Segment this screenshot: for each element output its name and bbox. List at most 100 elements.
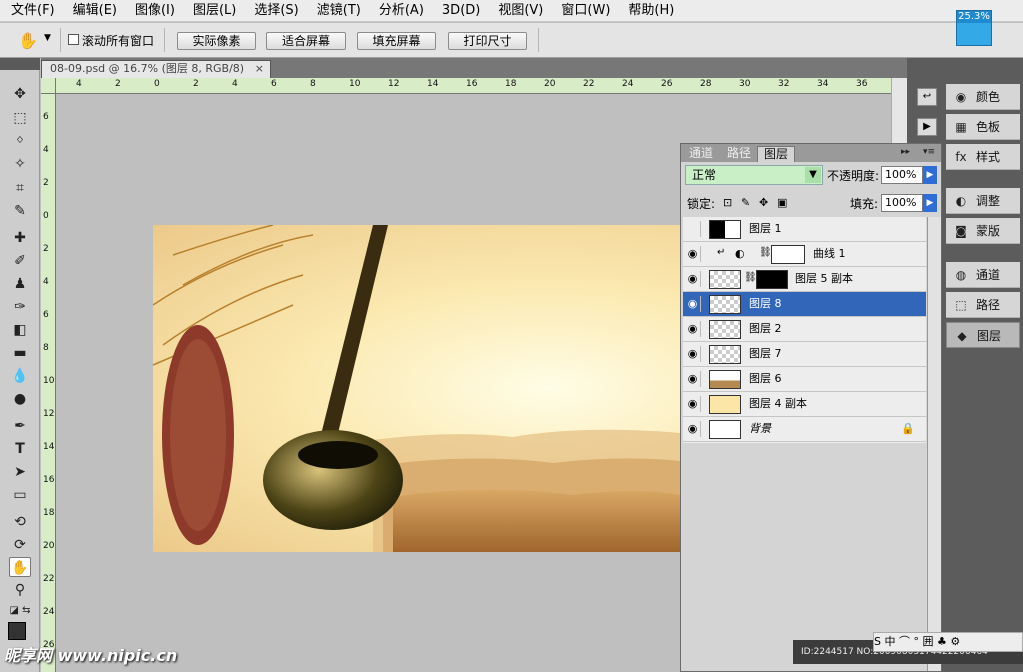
actual-pixels-button[interactable]: 实际像素: [177, 32, 256, 50]
hand-tool-preset-icon[interactable]: ✋: [18, 31, 38, 50]
lasso-tool-icon[interactable]: ᛜ: [9, 131, 31, 151]
3d-rotate-icon[interactable]: ⟲: [9, 512, 31, 532]
marquee-tool-icon[interactable]: ⬚: [9, 108, 31, 128]
close-icon[interactable]: ×: [255, 61, 264, 77]
lock-position-icon[interactable]: ✥: [759, 196, 768, 209]
stamp-tool-icon[interactable]: ♟: [9, 274, 31, 294]
adjustments-icon: ◐: [955, 194, 967, 208]
layers-scrollbar[interactable]: [927, 217, 941, 671]
shape-tool-icon[interactable]: ▭: [9, 485, 31, 505]
menu-3d[interactable]: 3D(D): [431, 0, 487, 22]
layer-row[interactable]: ◉ 图层 4 副本: [683, 392, 926, 417]
layer-row[interactable]: ◉ 图层 2: [683, 317, 926, 342]
blur-tool-icon[interactable]: 💧: [9, 366, 31, 386]
menu-edit[interactable]: 编辑(E): [62, 0, 124, 22]
layer-row[interactable]: ◉ 图层 8: [683, 292, 926, 317]
fill-screen-button[interactable]: 填充屏幕: [357, 32, 436, 50]
path-select-icon[interactable]: ➤: [9, 462, 31, 482]
adjustments-panel-button[interactable]: ◐ 调整: [946, 188, 1020, 214]
paths-panel-button[interactable]: ⬚ 路径: [946, 292, 1020, 318]
layers-panel-button[interactable]: ◆ 图层: [946, 322, 1020, 348]
healing-brush-icon[interactable]: ✚: [9, 228, 31, 248]
visibility-toggle[interactable]: [685, 221, 701, 237]
layer-row[interactable]: ◉ 图层 7: [683, 342, 926, 367]
menu-analysis[interactable]: 分析(A): [368, 0, 431, 22]
tab-layers[interactable]: 图层: [757, 146, 796, 162]
ime-toolbar[interactable]: S 中 ⌒ ° 囲 ♣ ⚙: [873, 632, 1023, 652]
3d-orbit-icon[interactable]: ⟳: [9, 535, 31, 555]
chevron-down-icon[interactable]: ▼: [44, 33, 51, 43]
menu-file[interactable]: 文件(F): [0, 0, 62, 22]
zoom-tool-icon[interactable]: ⚲: [9, 580, 31, 600]
ruler-tick-label: 14: [427, 79, 439, 89]
layer-thumbnail: [709, 395, 741, 414]
color-panel-button[interactable]: ◉ 颜色: [946, 84, 1020, 110]
layer-name: 图层 1: [749, 222, 782, 235]
menu-bar: 文件(F) 编辑(E) 图像(I) 图层(L) 选择(S) 滤镜(T) 分析(A) 3D(D)…: [0, 0, 1023, 22]
menu-filter[interactable]: 滤镜(T): [306, 0, 368, 22]
document-image[interactable]: [152, 224, 680, 552]
foreground-color-swatch[interactable]: [8, 622, 26, 640]
eye-icon[interactable]: ◉: [685, 396, 701, 412]
menu-image[interactable]: 图像(I): [124, 0, 182, 22]
opacity-arrow-icon[interactable]: ▶: [923, 166, 937, 184]
masks-icon: ◙: [955, 224, 967, 238]
menu-window[interactable]: 窗口(W): [550, 0, 617, 22]
channels-panel-button[interactable]: ◍ 通道: [946, 262, 1020, 288]
eraser-tool-icon[interactable]: ◧: [9, 320, 31, 340]
lock-all-icon[interactable]: ▣: [777, 196, 787, 209]
lock-transparency-icon[interactable]: ⊡: [723, 196, 732, 209]
menu-view[interactable]: 视图(V): [487, 0, 550, 22]
menu-select[interactable]: 选择(S): [243, 0, 305, 22]
layer-row[interactable]: ◉ ↵ ◐ ⛓ 曲线 1: [683, 242, 926, 267]
fill-field[interactable]: 100%: [881, 194, 923, 212]
eye-icon[interactable]: ◉: [685, 296, 701, 312]
watermark-text: 昵享网 www.nipic.cn: [4, 646, 178, 665]
type-tool-icon[interactable]: T: [9, 439, 31, 459]
hand-tool-icon[interactable]: ✋: [9, 557, 31, 577]
eye-icon[interactable]: ◉: [685, 246, 701, 262]
opacity-field[interactable]: 100%: [881, 166, 923, 184]
panel-menu-icon[interactable]: ▾≡: [923, 147, 935, 157]
scroll-all-checkbox[interactable]: [68, 34, 79, 45]
masks-panel-button[interactable]: ◙ 蒙版: [946, 218, 1020, 244]
default-colors-icon[interactable]: ◪ ⇆: [9, 601, 31, 621]
magic-wand-icon[interactable]: ✧: [9, 154, 31, 174]
print-size-button[interactable]: 打印尺寸: [448, 32, 527, 50]
ruler-tick-label: 18: [505, 79, 517, 89]
dodge-tool-icon[interactable]: ●: [9, 389, 31, 409]
eye-icon[interactable]: ◉: [685, 371, 701, 387]
layer-row[interactable]: 图层 1: [683, 217, 926, 242]
document-tab[interactable]: 08-09.psd @ 16.7% (图层 8, RGB/8) ×: [41, 60, 271, 78]
tab-paths[interactable]: 路径: [721, 146, 757, 162]
layer-row[interactable]: ◉ ⛓ 图层 5 副本: [683, 267, 926, 292]
move-tool-icon[interactable]: ✥: [9, 84, 31, 104]
lock-pixels-icon[interactable]: ✎: [741, 196, 750, 209]
eye-icon[interactable]: ◉: [685, 321, 701, 337]
gradient-tool-icon[interactable]: ▬: [9, 343, 31, 363]
menu-layer[interactable]: 图层(L): [182, 0, 243, 22]
brush-tool-icon[interactable]: ✐: [9, 251, 31, 271]
layer-thumbnail: [709, 420, 741, 439]
eye-icon[interactable]: ◉: [685, 421, 701, 437]
tab-channels[interactable]: 通道: [683, 146, 719, 162]
styles-panel-button[interactable]: fx 样式: [946, 144, 1020, 170]
menu-help[interactable]: 帮助(H): [617, 0, 681, 22]
fill-arrow-icon[interactable]: ▶: [923, 194, 937, 212]
fit-screen-button[interactable]: 适合屏幕: [266, 32, 346, 50]
history-brush-icon[interactable]: ✑: [9, 297, 31, 317]
actions-panel-icon[interactable]: ▶: [917, 118, 937, 136]
eyedropper-icon[interactable]: ✎: [9, 201, 31, 221]
panel-collapse-icon[interactable]: ▸▸: [901, 147, 910, 157]
eye-icon[interactable]: ◉: [685, 271, 701, 287]
pen-tool-icon[interactable]: ✒: [9, 416, 31, 436]
history-panel-icon[interactable]: ↩: [917, 88, 937, 106]
eye-icon[interactable]: ◉: [685, 346, 701, 362]
layer-name: 图层 5 副本: [795, 272, 853, 285]
layer-row[interactable]: ◉ 背景 🔒: [683, 417, 926, 442]
artwork-illustration: [152, 224, 680, 552]
layer-row[interactable]: ◉ 图层 6: [683, 367, 926, 392]
crop-tool-icon[interactable]: ⌗: [9, 178, 31, 198]
swatches-panel-button[interactable]: ▦ 色板: [946, 114, 1020, 140]
blend-mode-select[interactable]: 正常 ▼: [685, 165, 823, 185]
